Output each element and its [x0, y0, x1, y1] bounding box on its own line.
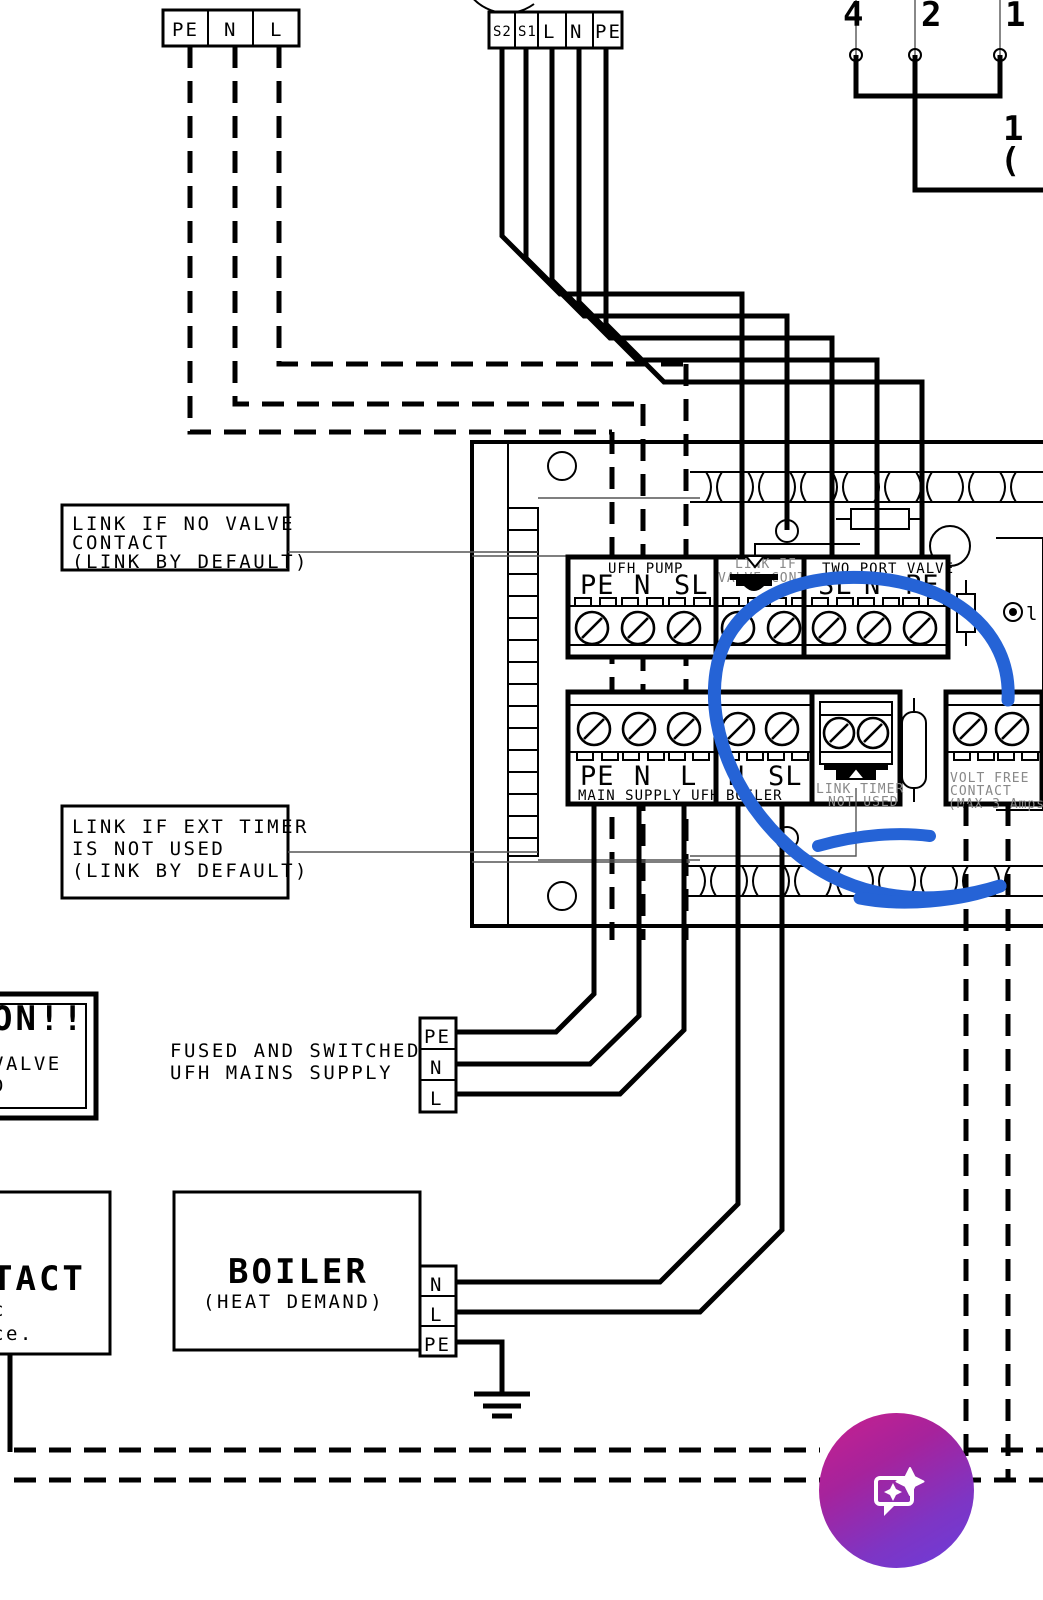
callout-contact-box: TACT c ce. — [0, 1190, 112, 1400]
terminal-group-caption: MAIN SUPPLY UFH — [578, 788, 719, 804]
callout-line: (LINK BY DEFAULT) — [72, 551, 309, 573]
terminal-number: 1 — [1005, 0, 1025, 35]
mounting-hole — [547, 451, 577, 481]
svg-text:l: l — [1026, 603, 1039, 625]
boiler-title: BOILER — [228, 1252, 369, 1292]
top-right-connector: 4 2 1 1 ( — [843, 0, 1043, 193]
terminal-label: PE — [595, 21, 622, 43]
screw-terminal[interactable] — [811, 610, 938, 646]
earth-symbol — [474, 1391, 530, 1419]
jumper-caption: NOT USED — [828, 795, 899, 810]
callout-line: IS NOT USED — [72, 838, 225, 860]
svg-text:(: ( — [1000, 141, 1020, 181]
terminal-label: PE — [424, 1334, 451, 1356]
callout-line: (LINK BY DEFAULT) — [72, 860, 309, 882]
terminal-label: S2 — [493, 24, 512, 40]
terminal-label: N — [224, 19, 237, 41]
callout-warning-box: ON!!! VALVE D — [0, 991, 109, 1121]
callout-line: TACT — [0, 1259, 86, 1299]
terminal-label: L — [430, 1088, 443, 1110]
terminal-number: 4 — [843, 0, 863, 35]
callout-line: ce. — [0, 1323, 34, 1345]
terminal-label: PE — [172, 19, 199, 41]
callout-line: LINK IF EXT TIMER — [72, 816, 309, 838]
supply-caption: UFH MAINS SUPPLY — [170, 1062, 393, 1084]
top-left-connector: PE N L — [161, 8, 301, 48]
terminal-label: SL — [674, 570, 709, 601]
controller-enclosure: l — [470, 440, 1043, 928]
callout-line: VALVE — [0, 1053, 62, 1075]
terminal-label: PE — [580, 570, 615, 601]
schematic-svg: .w{stroke:#000;fill:none;stroke-width:5;… — [0, 0, 1043, 1483]
terminal-label: N — [430, 1057, 443, 1079]
top-centre-connector: S2 S1 L N PE — [473, 0, 624, 50]
terminal-number: 2 — [921, 0, 941, 35]
screw-terminal[interactable] — [576, 711, 702, 747]
terminal-label: N — [430, 1274, 443, 1296]
supply-caption: FUSED AND SWITCHED — [170, 1040, 421, 1062]
callout-line: ON!!! — [0, 999, 109, 1039]
wiring-diagram-canvas: .w{stroke:#000;fill:none;stroke-width:5;… — [0, 0, 1043, 1600]
terminal-group-caption: (MAX 3 Amps) — [948, 797, 1043, 812]
ai-chat-floating-button[interactable] — [819, 1413, 974, 1568]
callout-link-ext-timer: LINK IF EXT TIMER IS NOT USED (LINK BY D… — [60, 804, 538, 900]
callout-line: D — [0, 1075, 6, 1097]
callout-link-no-valve-contact: LINK IF NO VALVE CONTACT (LINK BY DEFAUL… — [60, 503, 538, 573]
terminal-label: L — [270, 19, 283, 41]
boiler-subtitle: (HEAT DEMAND) — [203, 1291, 384, 1313]
terminal-label: N — [570, 21, 583, 43]
terminal-label: L — [430, 1304, 443, 1326]
screw-terminal[interactable] — [574, 610, 702, 646]
centre-connector-solid-wires — [499, 48, 925, 572]
callout-line: c — [0, 1299, 6, 1321]
mounting-hole — [547, 881, 577, 911]
terminal-label: S1 — [518, 24, 537, 40]
terminal-label: N — [634, 570, 651, 601]
ai-chat-sparkle-icon — [873, 1466, 924, 1516]
terminal-label: PE — [424, 1026, 451, 1048]
terminal-label: L — [543, 21, 556, 43]
